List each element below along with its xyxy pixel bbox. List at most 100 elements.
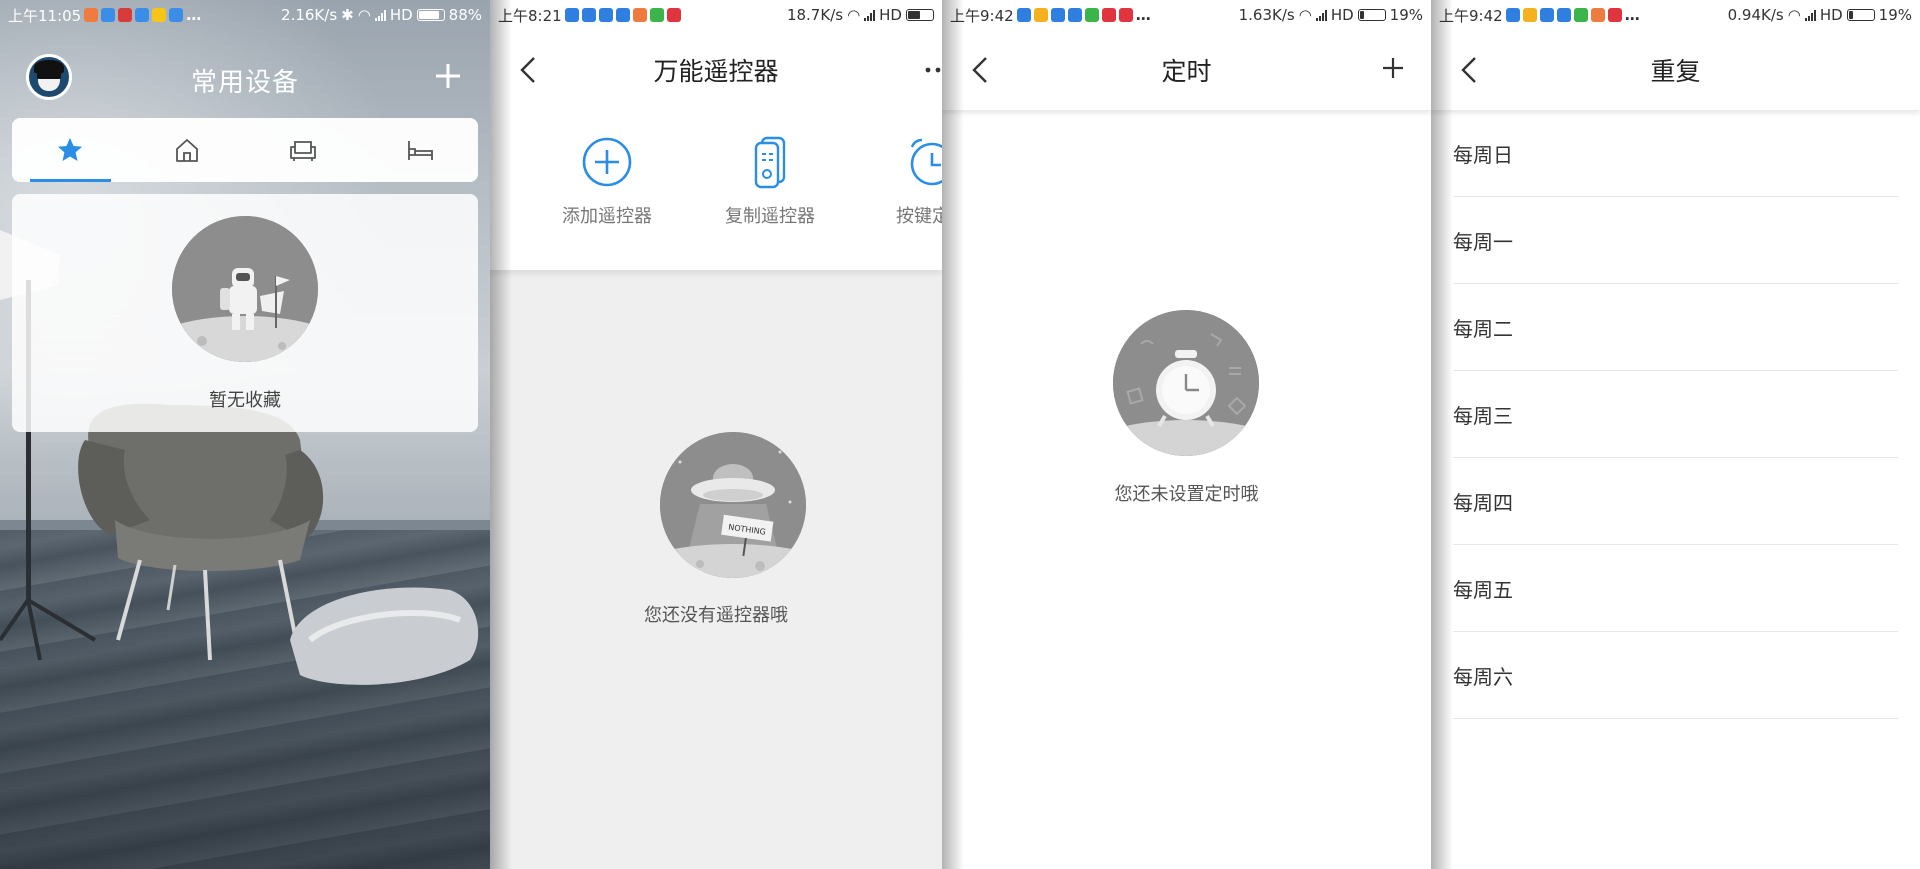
tab-living-room[interactable] xyxy=(245,118,362,182)
bluetooth-icon: ✱ xyxy=(341,6,354,24)
app-notification-icon xyxy=(1556,8,1571,22)
battery-icon xyxy=(1846,9,1875,21)
astronaut-illustration xyxy=(172,216,318,362)
remote-topbar: 万能遥控器 xyxy=(490,30,942,110)
app-notification-icon xyxy=(1573,8,1588,22)
status-time: 上午8:21 xyxy=(498,6,562,25)
app-notification-icon xyxy=(1101,8,1116,22)
repeat-screen: 上午9:42 … 0.94K/s ◠ HD 19% 重复 每周日 每周一 每周二… xyxy=(1431,0,1920,869)
hd-indicator: HD xyxy=(879,6,902,24)
app-notification-icon xyxy=(1033,8,1048,22)
armchair-image xyxy=(78,403,324,661)
alarm-clock-icon xyxy=(910,138,942,186)
page-title: 万能遥控器 xyxy=(653,57,779,86)
tab-home[interactable] xyxy=(129,118,246,182)
timer-screen: 上午9:42 … 1.63K/s ◠ HD 19% 定时 您还未设置定时哦 xyxy=(942,0,1431,869)
sofa-icon xyxy=(290,141,317,161)
app-notification-icon xyxy=(118,8,133,22)
repeat-item-monday[interactable]: 每周一 xyxy=(1453,197,1898,284)
app-notification-icon xyxy=(1607,8,1622,22)
status-time: 上午9:42 xyxy=(1439,6,1503,25)
hd-indicator: HD xyxy=(389,6,413,24)
battery-icon xyxy=(1357,9,1386,21)
app-notification-icon xyxy=(632,8,647,22)
app-notification-icon xyxy=(581,8,596,22)
key-timer-label: 按键定时 xyxy=(896,206,942,227)
add-remote-label: 添加遥控器 xyxy=(562,206,652,227)
wifi-icon: ◠ xyxy=(1298,6,1312,24)
status-time: 上午11:05 xyxy=(8,6,82,25)
more-notifications-icon: … xyxy=(186,6,203,24)
network-speed: 18.7K/s xyxy=(786,6,844,24)
key-timer-button[interactable]: 按键定时 xyxy=(862,134,942,228)
app-notification-icon xyxy=(101,8,116,22)
app-notification-icon xyxy=(598,8,613,22)
home-header: 常用设备 xyxy=(0,48,490,108)
floor-cushion-image xyxy=(290,587,479,685)
app-notification-icon xyxy=(1505,8,1520,22)
home-screen: 上午11:05 … 2.16K/s ✱ ◠ HD 88% 常用设备 暂无收藏 xyxy=(0,0,490,869)
status-time: 上午9:42 xyxy=(950,6,1014,25)
add-remote-button[interactable]: 添加遥控器 xyxy=(537,134,677,228)
add-timer-button[interactable] xyxy=(1373,48,1413,88)
star-icon xyxy=(58,138,83,161)
signal-icon xyxy=(374,9,386,21)
no-remote-text: 您还没有遥控器哦 xyxy=(644,605,788,626)
tab-bedroom[interactable] xyxy=(362,118,479,182)
repeat-item-saturday[interactable]: 每周六 xyxy=(1453,632,1898,719)
app-notification-icon xyxy=(1522,8,1537,22)
status-bar: 上午8:21 18.7K/s ◠ HD xyxy=(490,0,942,30)
repeat-item-thursday[interactable]: 每周四 xyxy=(1453,458,1898,545)
timer-topbar: 定时 xyxy=(942,30,1431,110)
add-circle-icon xyxy=(582,137,632,187)
screens-collage: 上午11:05 … 2.16K/s ✱ ◠ HD 88% 常用设备 暂无收藏 上… xyxy=(0,0,1920,869)
battery-icon xyxy=(906,9,934,21)
repeat-item-friday[interactable]: 每周五 xyxy=(1453,545,1898,632)
hd-indicator: HD xyxy=(1819,6,1843,24)
app-notification-icon xyxy=(1590,8,1605,22)
signal-icon xyxy=(864,9,876,21)
app-notification-icon xyxy=(666,8,681,22)
battery-percent: 19% xyxy=(1389,6,1423,24)
battery-icon xyxy=(416,9,445,21)
more-icon[interactable] xyxy=(924,56,942,84)
more-notifications-icon: … xyxy=(1624,6,1641,24)
no-favorites-text: 暂无收藏 xyxy=(209,390,281,411)
app-notification-icon xyxy=(564,8,579,22)
copy-remote-button[interactable]: 复制遥控器 xyxy=(700,134,840,228)
signal-icon xyxy=(1804,9,1816,21)
repeat-item-wednesday[interactable]: 每周三 xyxy=(1453,371,1898,458)
copy-remote-label: 复制遥控器 xyxy=(725,206,815,227)
wifi-icon: ◠ xyxy=(847,6,861,24)
page-title: 常用设备 xyxy=(190,68,299,98)
page-title: 定时 xyxy=(1161,57,1212,86)
tab-favorites[interactable] xyxy=(12,118,129,182)
repeat-item-tuesday[interactable]: 每周二 xyxy=(1453,284,1898,371)
room-tabs xyxy=(12,118,478,182)
app-notification-icon xyxy=(1118,8,1133,22)
battery-percent: 88% xyxy=(448,6,482,24)
alarm-clock-illustration xyxy=(1113,310,1259,456)
page-title: 重复 xyxy=(1650,57,1701,86)
network-speed: 1.63K/s xyxy=(1238,6,1295,24)
bed-icon xyxy=(407,141,433,160)
home-icon xyxy=(175,139,198,162)
repeat-day-list: 每周日 每周一 每周二 每周三 每周四 每周五 每周六 xyxy=(1453,110,1898,719)
app-notification-icon xyxy=(1050,8,1065,22)
copy-remote-icon xyxy=(754,136,786,189)
hd-indicator: HD xyxy=(1330,6,1354,24)
more-notifications-icon: … xyxy=(1135,6,1152,24)
repeat-item-sunday[interactable]: 每周日 xyxy=(1453,110,1898,197)
battery-percent: 19% xyxy=(1878,6,1912,24)
app-notification-icon xyxy=(649,8,664,22)
add-device-button[interactable] xyxy=(428,56,468,96)
app-notification-icon xyxy=(169,8,184,22)
status-bar: 上午9:42 … 0.94K/s ◠ HD 19% xyxy=(1431,0,1920,30)
remote-screen: 上午8:21 18.7K/s ◠ HD 万能遥控器 添加遥控器 复制遥控器 按键… xyxy=(490,0,942,869)
remote-actions: 添加遥控器 复制遥控器 按键定 xyxy=(490,110,942,270)
favorites-card: 暂无收藏 xyxy=(12,194,478,432)
app-notification-icon xyxy=(1084,8,1099,22)
no-timer-text: 您还未设置定时哦 xyxy=(1114,484,1259,505)
signal-icon xyxy=(1315,9,1327,21)
app-notification-icon xyxy=(152,8,167,22)
